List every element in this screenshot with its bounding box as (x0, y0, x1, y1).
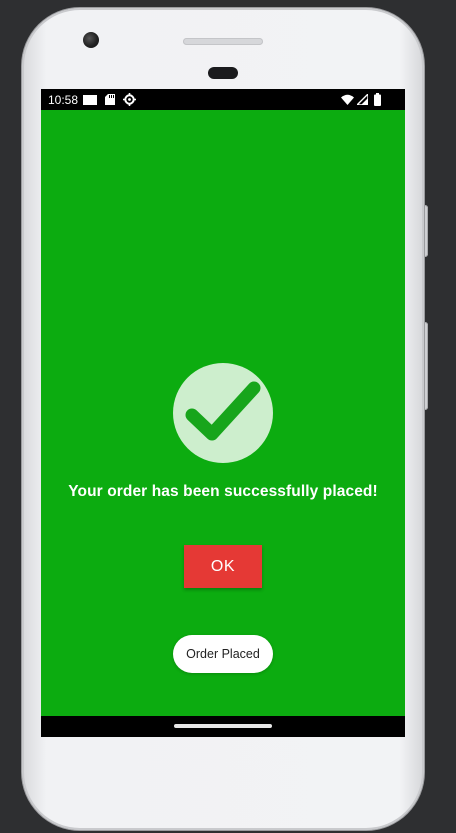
sd-card-icon (105, 94, 115, 105)
order-placed-toast: Order Placed (173, 635, 273, 673)
emulator-background: 10:58 Your order has been successfully p… (0, 0, 456, 833)
battery-icon (374, 93, 381, 106)
ok-button[interactable]: OK (184, 545, 262, 588)
home-pill[interactable] (174, 724, 272, 728)
order-success-screen: Your order has been successfully placed!… (41, 110, 405, 716)
check-circle-icon (173, 363, 273, 463)
phone-screen: 10:58 Your order has been successfully p… (41, 89, 405, 737)
speaker-grill (183, 38, 263, 45)
signal-icon (357, 94, 368, 105)
earpiece-sensor (208, 67, 238, 79)
navigation-bar (41, 716, 405, 737)
success-message: Your order has been successfully placed! (68, 483, 378, 500)
settings-gear-icon (123, 93, 136, 106)
card-icon (83, 95, 97, 105)
status-time: 10:58 (48, 93, 79, 107)
front-camera-icon (83, 32, 99, 48)
status-bar: 10:58 (41, 89, 405, 110)
wifi-icon (341, 94, 354, 105)
